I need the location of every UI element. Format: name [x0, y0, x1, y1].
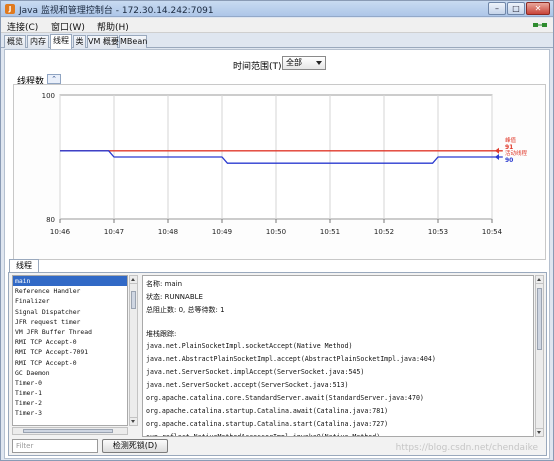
x-tick-label: 10:47	[104, 228, 124, 236]
details-vscrollbar[interactable]	[535, 275, 544, 437]
thread-list-item[interactable]: VM JFR Buffer Thread	[13, 327, 127, 337]
window-title: Java 监视和管理控制台 - 172.30.14.242:7091	[19, 6, 214, 16]
thread-state: 状态: RUNNABLE	[146, 293, 203, 301]
thread-list-item[interactable]: main	[13, 276, 127, 287]
threads-subtab[interactable]: 线程	[9, 259, 39, 272]
threads-tab-content: 时间范围(T): 全部 线程数 ⌃ 10:46 10:47 10:48 10:49 10…	[4, 49, 550, 459]
stack-frame: java.net.ServerSocket.accept(ServerSocke…	[146, 381, 349, 389]
tab-vm-summary[interactable]: VM 概要	[87, 35, 119, 48]
watermark: https://blog.csdn.net/chendaike	[395, 443, 538, 453]
thread-list-item[interactable]: Timer-1	[13, 388, 127, 398]
y-tick-label: 100	[42, 92, 55, 100]
tab-overview[interactable]: 概览	[4, 35, 26, 48]
thread-list-item[interactable]: Timer-2	[13, 398, 127, 408]
threads-panel: main Reference Handler Finalizer Signal Dis…	[8, 272, 547, 456]
time-range-select[interactable]: 全部	[282, 56, 326, 70]
tab-threads[interactable]: 线程	[50, 34, 72, 49]
thread-list-item[interactable]: Finalizer	[13, 296, 127, 306]
stack-frame: org.apache.catalina.startup.Catalina.sta…	[146, 420, 389, 428]
stack-trace-title: 堆栈跟踪:	[146, 330, 177, 338]
thread-list-item[interactable]: Timer-3	[13, 408, 127, 418]
thread-list-vscrollbar[interactable]	[129, 275, 138, 426]
scroll-down-icon[interactable]	[536, 428, 543, 436]
scroll-down-icon[interactable]	[130, 417, 137, 425]
thread-details: 名称: main 状态: RUNNABLE 总阻止数: 0, 总等待数: 1 堆…	[142, 275, 534, 437]
chevron-down-icon	[316, 61, 322, 65]
x-tick-label: 10:46	[50, 228, 71, 236]
scroll-thumb[interactable]	[537, 288, 542, 350]
scroll-thumb[interactable]	[131, 291, 136, 309]
menu-connect[interactable]: 连接(C)	[7, 20, 38, 33]
stack-frame: org.apache.catalina.core.StandardServer.…	[146, 394, 424, 402]
menu-bar: 连接(C) 窗口(W) 帮助(H)	[1, 18, 553, 33]
app-window: J Java 监视和管理控制台 - 172.30.14.242:7091 – □…	[0, 0, 554, 461]
tab-mbean[interactable]: MBean	[119, 35, 147, 48]
thread-list-item[interactable]: Timer-0	[13, 378, 127, 388]
thread-list-item[interactable]: Signal Dispatcher	[13, 307, 127, 317]
tab-memory[interactable]: 内存	[27, 35, 49, 48]
x-tick-label: 10:53	[428, 228, 448, 236]
legend-label: 活动线程	[505, 149, 528, 157]
maximize-button[interactable]: □	[507, 2, 525, 15]
chart-svg: 10:46 10:47 10:48 10:49 10:50 10:51 10:52 10:53…	[42, 92, 528, 236]
legend-value: 90	[505, 157, 513, 164]
legend-label: 峰值	[505, 136, 517, 144]
series-marker-0	[495, 147, 499, 154]
close-button[interactable]: ✕	[526, 2, 550, 15]
menu-window[interactable]: 窗口(W)	[51, 20, 85, 33]
stack-frame: org.apache.catalina.startup.Catalina.awa…	[146, 407, 389, 415]
thread-list-item[interactable]: Reference Handler	[13, 286, 127, 296]
filter-input[interactable]: Filter	[12, 439, 98, 453]
x-tick-label: 10:51	[320, 228, 340, 236]
tab-classes[interactable]: 类	[73, 35, 86, 48]
thread-count-chart: 10:46 10:47 10:48 10:49 10:50 10:51 10:52 10:53…	[13, 84, 546, 260]
time-range-label: 时间范围(T):	[233, 62, 285, 72]
series-marker-1	[495, 154, 499, 160]
time-range-value: 全部	[286, 58, 302, 67]
tab-bar: 概览 内存 线程 类 VM 概要 MBean	[1, 34, 553, 49]
thread-list-item[interactable]: JFR request timer	[13, 317, 127, 327]
scroll-up-icon[interactable]	[130, 276, 137, 284]
thread-list-hscrollbar[interactable]	[12, 427, 128, 435]
legend-value: 91	[505, 144, 513, 151]
java-app-icon: J	[5, 4, 15, 14]
detect-deadlock-button[interactable]: 检测死锁(D)	[102, 439, 168, 453]
stack-frame: java.net.ServerSocket.implAccept(ServerS…	[146, 368, 365, 376]
thread-counts: 总阻止数: 0, 总等待数: 1	[146, 306, 225, 314]
minimize-button[interactable]: –	[488, 2, 506, 15]
x-tick-label: 10:49	[212, 228, 232, 236]
x-tick-label: 10:52	[374, 228, 394, 236]
thread-list-item[interactable]: RMI TCP Accept-0	[13, 337, 127, 347]
double-chevron-up-icon[interactable]: ⌃	[47, 74, 61, 84]
x-tick-label: 10:50	[266, 228, 286, 236]
hscroll-thumb[interactable]	[23, 429, 113, 433]
connection-status-icon[interactable]	[533, 20, 547, 30]
stack-frame: sun.reflect.NativeMethodAccessorImpl.inv…	[146, 433, 381, 437]
y-tick-label: 80	[46, 216, 55, 224]
stack-frame: java.net.AbstractPlainSocketImpl.accept(…	[146, 355, 436, 363]
thread-list[interactable]: main Reference Handler Finalizer Signal Dis…	[12, 275, 128, 426]
scroll-up-icon[interactable]	[536, 276, 543, 284]
x-tick-label: 10:54	[482, 228, 503, 236]
thread-name: 名称: main	[146, 280, 183, 288]
stack-frame: java.net.PlainSocketImpl.socketAccept(Na…	[146, 342, 353, 350]
thread-list-item[interactable]: RMI TCP Accept-0	[13, 358, 127, 368]
x-tick-label: 10:48	[158, 228, 178, 236]
title-bar[interactable]: J Java 监视和管理控制台 - 172.30.14.242:7091 – □…	[1, 1, 553, 17]
thread-list-item[interactable]: GC Daemon	[13, 368, 127, 378]
menu-help[interactable]: 帮助(H)	[97, 20, 129, 33]
thread-list-item[interactable]: RMI TCP Accept-7091	[13, 347, 127, 357]
